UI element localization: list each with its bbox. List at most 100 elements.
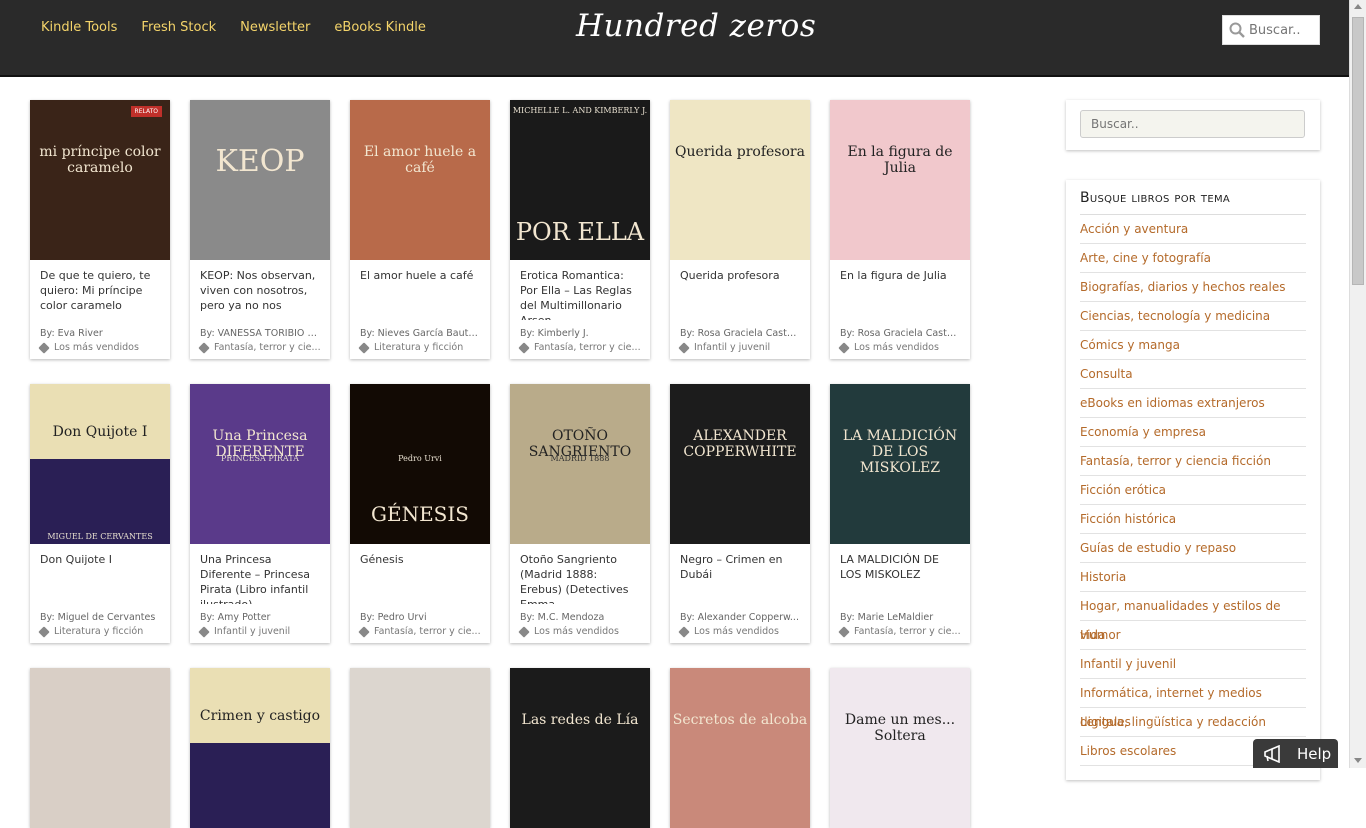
book-card[interactable] <box>350 668 490 828</box>
book-cover[interactable]: En la figura de Julia <box>830 100 970 260</box>
nav-ebooks-kindle[interactable]: eBooks Kindle <box>334 20 426 35</box>
book-category[interactable]: Fantasía, terror y cie... <box>510 339 650 359</box>
book-title[interactable]: En la figura de Julia <box>830 260 970 320</box>
book-card[interactable]: Dame un mes... Soltera <box>830 668 970 828</box>
book-title[interactable]: Erotica Romantica: Por Ella – Las Reglas… <box>510 260 650 320</box>
book-card[interactable]: Crimen y castigo <box>190 668 330 828</box>
topic-link[interactable]: Guías de estudio y repaso <box>1080 534 1306 563</box>
book-cover[interactable]: ALEXANDER COPPERWHITE <box>670 384 810 544</box>
book-card[interactable]: El amor huele a café El amor huele a café… <box>350 100 490 359</box>
topic-link[interactable]: Ficción histórica <box>1080 505 1306 534</box>
book-cover[interactable]: Las redes de Lía <box>510 668 650 828</box>
book-card[interactable]: POR ELLA MICHELLE L. AND KIMBERLY J. Eroti… <box>510 100 650 359</box>
book-title[interactable]: Don Quijote I <box>30 544 170 604</box>
book-cover[interactable]: OTOÑO SANGRIENTO MADRID 1888 <box>510 384 650 544</box>
book-cover[interactable]: GÉNESIS Pedro Urvi <box>350 384 490 544</box>
book-card[interactable]: Las redes de Lía <box>510 668 650 828</box>
book-category[interactable]: Literatura y ficción <box>350 339 490 359</box>
book-card[interactable]: Secretos de alcoba <box>670 668 810 828</box>
book-card[interactable]: En la figura de Julia En la figura de Jul… <box>830 100 970 359</box>
book-card[interactable]: mi príncipe color caramelo RELATO De que t… <box>30 100 170 359</box>
topic-link[interactable]: Fantasía, terror y ciencia ficción <box>1080 447 1306 476</box>
book-cover[interactable]: Crimen y castigo <box>190 668 330 828</box>
header-search[interactable] <box>1222 15 1320 45</box>
book-cover[interactable]: Querida profesora <box>670 100 810 260</box>
book-category[interactable]: Fantasía, terror y cie... <box>350 623 490 643</box>
book-card[interactable]: Don Quijote I MIGUEL DE CERVANTES Don Quij… <box>30 384 170 643</box>
book-card[interactable]: ALEXANDER COPPERWHITE Negro – Crimen en D… <box>670 384 810 643</box>
topic-link[interactable]: Hogar, manualidades y estilos de vida <box>1080 592 1306 642</box>
book-cover[interactable]: Secretos de alcoba <box>670 668 810 828</box>
topic-link[interactable]: Ciencias, tecnología y medicina <box>1080 302 1306 331</box>
nav-newsletter[interactable]: Newsletter <box>240 20 310 35</box>
nav-kindle-tools[interactable]: Kindle Tools <box>41 20 117 35</box>
topic-link[interactable]: Arte, cine y fotografía <box>1080 244 1306 273</box>
topic-link[interactable]: Ficción erótica <box>1080 476 1306 505</box>
topic-link[interactable]: Informática, internet y medios digitales <box>1080 679 1306 729</box>
help-button[interactable]: Help <box>1253 739 1338 768</box>
topic-link[interactable]: Economía y empresa <box>1080 418 1306 447</box>
book-category[interactable]: Literatura y ficción <box>30 623 170 643</box>
book-category[interactable]: Fantasía, terror y cie... <box>190 339 330 359</box>
book-cover[interactable]: Don Quijote I MIGUEL DE CERVANTES <box>30 384 170 544</box>
scroll-down-arrow-icon[interactable] <box>1354 758 1362 763</box>
book-cover[interactable]: Una Princesa DIFERENTE PRINCESA PIRATA <box>190 384 330 544</box>
book-cover[interactable]: El amor huele a café <box>350 100 490 260</box>
book-category[interactable]: Los más vendidos <box>670 623 810 643</box>
topic-link[interactable]: Cómics y manga <box>1080 331 1306 360</box>
cover-title: Las redes de Lía <box>521 712 639 728</box>
book-cover[interactable] <box>350 668 490 828</box>
header-search-input[interactable] <box>1249 22 1319 38</box>
book-cover[interactable] <box>30 668 170 828</box>
book-cover[interactable]: mi príncipe color caramelo RELATO <box>30 100 170 260</box>
book-category-label: Fantasía, terror y cie... <box>854 626 961 637</box>
topic-link[interactable]: Humor <box>1080 621 1306 650</box>
topic-link[interactable]: Acción y aventura <box>1080 215 1306 244</box>
book-card[interactable]: Querida profesora Querida profesora By: Ro… <box>670 100 810 359</box>
book-card[interactable] <box>30 668 170 828</box>
tag-icon <box>518 341 530 354</box>
book-title[interactable]: KEOP: Nos observan, viven con nosotros, … <box>190 260 330 320</box>
topics-title: Busque libros por tema <box>1080 190 1306 215</box>
nav-fresh-stock[interactable]: Fresh Stock <box>141 20 216 35</box>
book-card[interactable]: LA MALDICIÓN DE LOS MISKOLEZ LA MALDICIÓN… <box>830 384 970 643</box>
cover-subtitle: Pedro Urvi <box>398 454 442 463</box>
tag-icon <box>838 341 850 354</box>
book-title[interactable]: De que te quiero, te quiero: Mi príncipe… <box>30 260 170 320</box>
book-cover[interactable]: LA MALDICIÓN DE LOS MISKOLEZ <box>830 384 970 544</box>
book-category[interactable]: Infantil y juvenil <box>190 623 330 643</box>
topic-link[interactable]: Historia <box>1080 563 1306 592</box>
book-title[interactable]: Querida profesora <box>670 260 810 320</box>
page-scrollbar[interactable] <box>1349 0 1366 768</box>
book-card[interactable]: GÉNESIS Pedro Urvi Génesis By: Pedro Urvi Fa… <box>350 384 490 643</box>
topic-link[interactable]: Lengua, lingüística y redacción <box>1080 708 1306 737</box>
topic-link[interactable]: Infantil y juvenil <box>1080 650 1306 679</box>
book-title[interactable]: Una Princesa Diferente – Princesa Pirata… <box>190 544 330 604</box>
book-title[interactable]: LA MALDICIÓN DE LOS MISKOLEZ <box>830 544 970 604</box>
book-card[interactable]: OTOÑO SANGRIENTO MADRID 1888 Otoño Sangrie… <box>510 384 650 643</box>
book-title[interactable]: Negro – Crimen en Dubái <box>670 544 810 604</box>
book-category[interactable]: Fantasía, terror y cie... <box>830 623 970 643</box>
book-card[interactable]: KEOP KEOP: Nos observan, viven con nosotr… <box>190 100 330 359</box>
book-cover[interactable]: POR ELLA MICHELLE L. AND KIMBERLY J. <box>510 100 650 260</box>
topic-link[interactable]: Biografías, diarios y hechos reales <box>1080 273 1306 302</box>
topics-list: Acción y aventura Arte, cine y fotografía… <box>1080 215 1306 766</box>
book-category[interactable]: Infantil y juvenil <box>670 339 810 359</box>
topic-link[interactable]: Consulta <box>1080 360 1306 389</box>
book-cover[interactable]: Dame un mes... Soltera <box>830 668 970 828</box>
tag-icon <box>678 625 690 638</box>
book-title[interactable]: Génesis <box>350 544 490 604</box>
book-title[interactable]: Otoño Sangriento (Madrid 1888: Erebus) (… <box>510 544 650 604</box>
scrollbar-thumb[interactable] <box>1352 17 1364 285</box>
book-cover[interactable]: KEOP <box>190 100 330 260</box>
book-category[interactable]: Los más vendidos <box>30 339 170 359</box>
book-card[interactable]: Una Princesa DIFERENTE PRINCESA PIRATA Una… <box>190 384 330 643</box>
top-navigation-bar: Kindle Tools Fresh Stock Newsletter eBoo… <box>0 0 1349 77</box>
site-logo[interactable]: Hundred zeros <box>576 8 816 44</box>
sidebar-search-input[interactable] <box>1080 110 1305 138</box>
scroll-up-arrow-icon[interactable] <box>1354 4 1362 9</box>
topic-link[interactable]: eBooks en idiomas extranjeros <box>1080 389 1306 418</box>
book-category[interactable]: Los más vendidos <box>510 623 650 643</box>
book-category[interactable]: Los más vendidos <box>830 339 970 359</box>
book-title[interactable]: El amor huele a café <box>350 260 490 320</box>
